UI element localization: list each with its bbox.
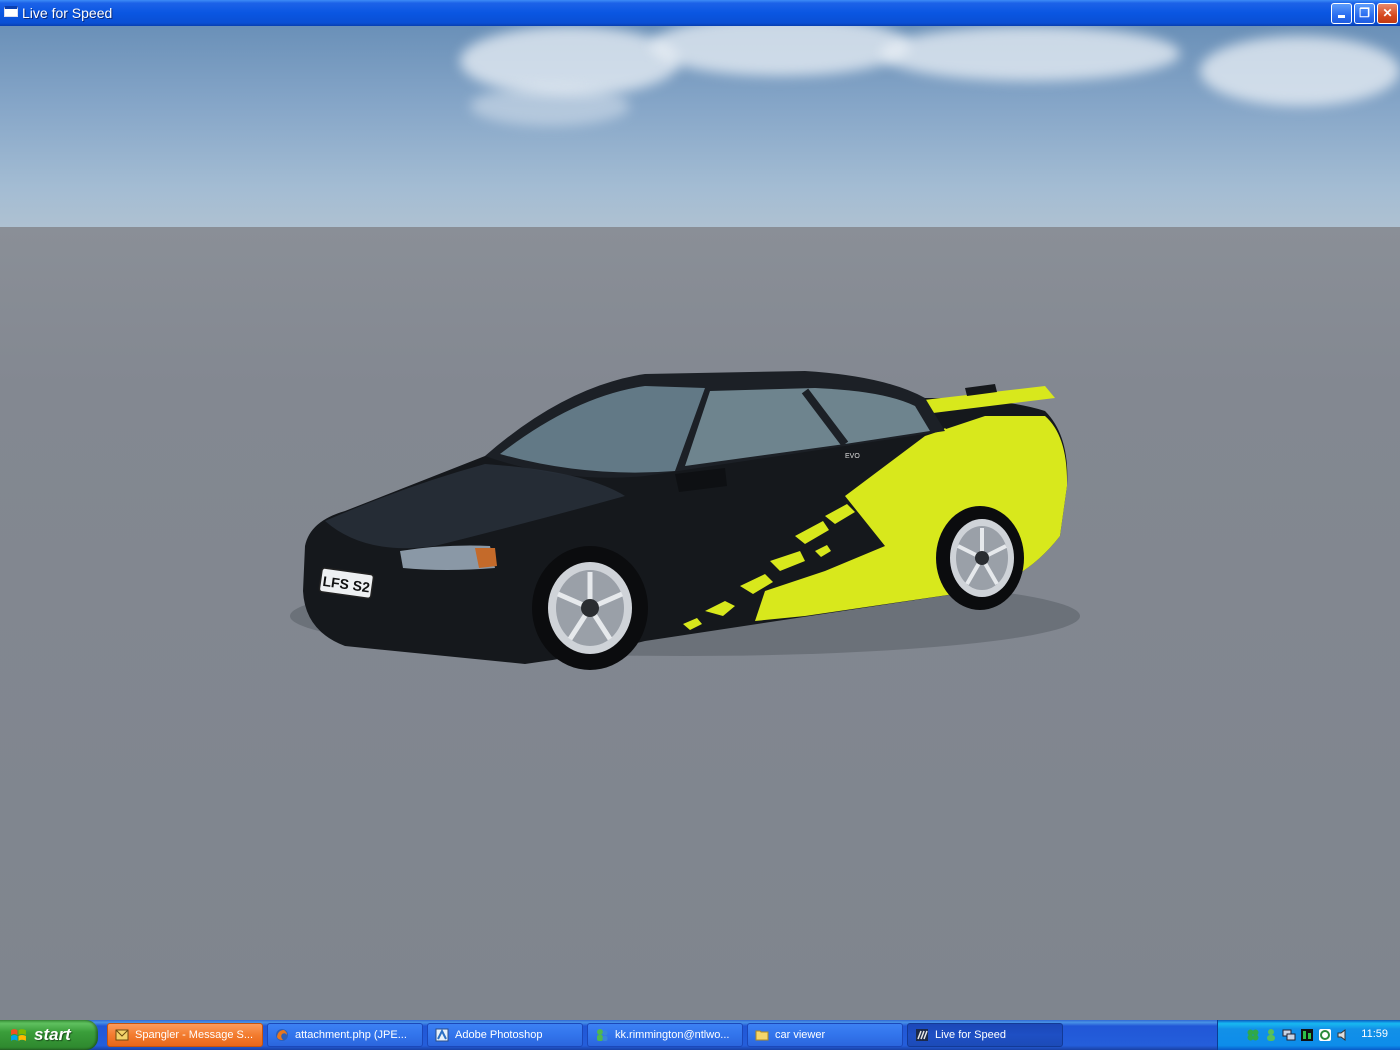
clover-icon[interactable]	[1246, 1028, 1260, 1042]
messenger-tray-icon[interactable]	[1264, 1028, 1278, 1042]
taskbar-item-label: Live for Speed	[935, 1029, 1006, 1041]
taskbar: start Spangler - Message S... attachment…	[0, 1020, 1400, 1050]
system-tray: 11:59	[1217, 1020, 1400, 1050]
title-bar[interactable]: Live for Speed ❐ ✕	[0, 0, 1400, 26]
taskbar-item-messenger[interactable]: kk.rimmington@ntlwo...	[587, 1023, 743, 1047]
taskbar-item-label: attachment.php (JPE...	[295, 1029, 407, 1041]
car-model[interactable]: LFS S2 EVO	[285, 346, 1085, 686]
taskbar-item-lfs[interactable]: Live for Speed	[907, 1023, 1063, 1047]
minimize-button[interactable]	[1331, 3, 1352, 24]
taskbar-item-photoshop[interactable]: Adobe Photoshop	[427, 1023, 583, 1047]
mail-compose-icon	[115, 1029, 129, 1041]
taskbar-item-label: Spangler - Message S...	[135, 1029, 254, 1041]
taskbar-item-label: Adobe Photoshop	[455, 1029, 543, 1041]
photoshop-icon	[435, 1028, 449, 1042]
rear-badge: EVO	[845, 453, 860, 460]
volume-icon[interactable]	[1336, 1028, 1350, 1042]
network-icon[interactable]	[1282, 1028, 1296, 1042]
rear-wheel	[936, 506, 1024, 610]
window-icon[interactable]	[4, 6, 18, 17]
3d-viewport[interactable]: LFS S2 EVO	[0, 26, 1400, 1020]
app-window: Live for Speed ❐ ✕ LFS S2 EVO	[0, 0, 1400, 1020]
monitor-bars-icon[interactable]	[1300, 1028, 1314, 1042]
restore-icon: ❐	[1359, 6, 1370, 20]
close-icon: ✕	[1382, 6, 1393, 20]
sync-icon[interactable]	[1318, 1028, 1332, 1042]
taskbar-item-label: kk.rimmington@ntlwo...	[615, 1029, 730, 1041]
taskbar-item-firefox[interactable]: attachment.php (JPE...	[267, 1023, 423, 1047]
taskbar-item-folder[interactable]: car viewer	[747, 1023, 903, 1047]
front-wheel	[532, 546, 648, 670]
start-button[interactable]: start	[0, 1020, 98, 1050]
messenger-icon	[597, 1029, 608, 1041]
maximize-button[interactable]: ❐	[1354, 3, 1375, 24]
window-title: Live for Speed	[22, 5, 113, 21]
lfs-icon	[916, 1029, 928, 1041]
start-label: start	[34, 1025, 71, 1044]
taskbar-item-label: car viewer	[775, 1029, 826, 1041]
clock[interactable]: 11:59	[1361, 1028, 1388, 1040]
windows-logo-icon	[11, 1029, 26, 1041]
folder-icon	[755, 1030, 769, 1041]
close-button[interactable]: ✕	[1377, 3, 1398, 24]
taskbar-item-message[interactable]: Spangler - Message S...	[107, 1023, 263, 1047]
firefox-icon	[276, 1029, 288, 1041]
sky	[0, 26, 1400, 227]
